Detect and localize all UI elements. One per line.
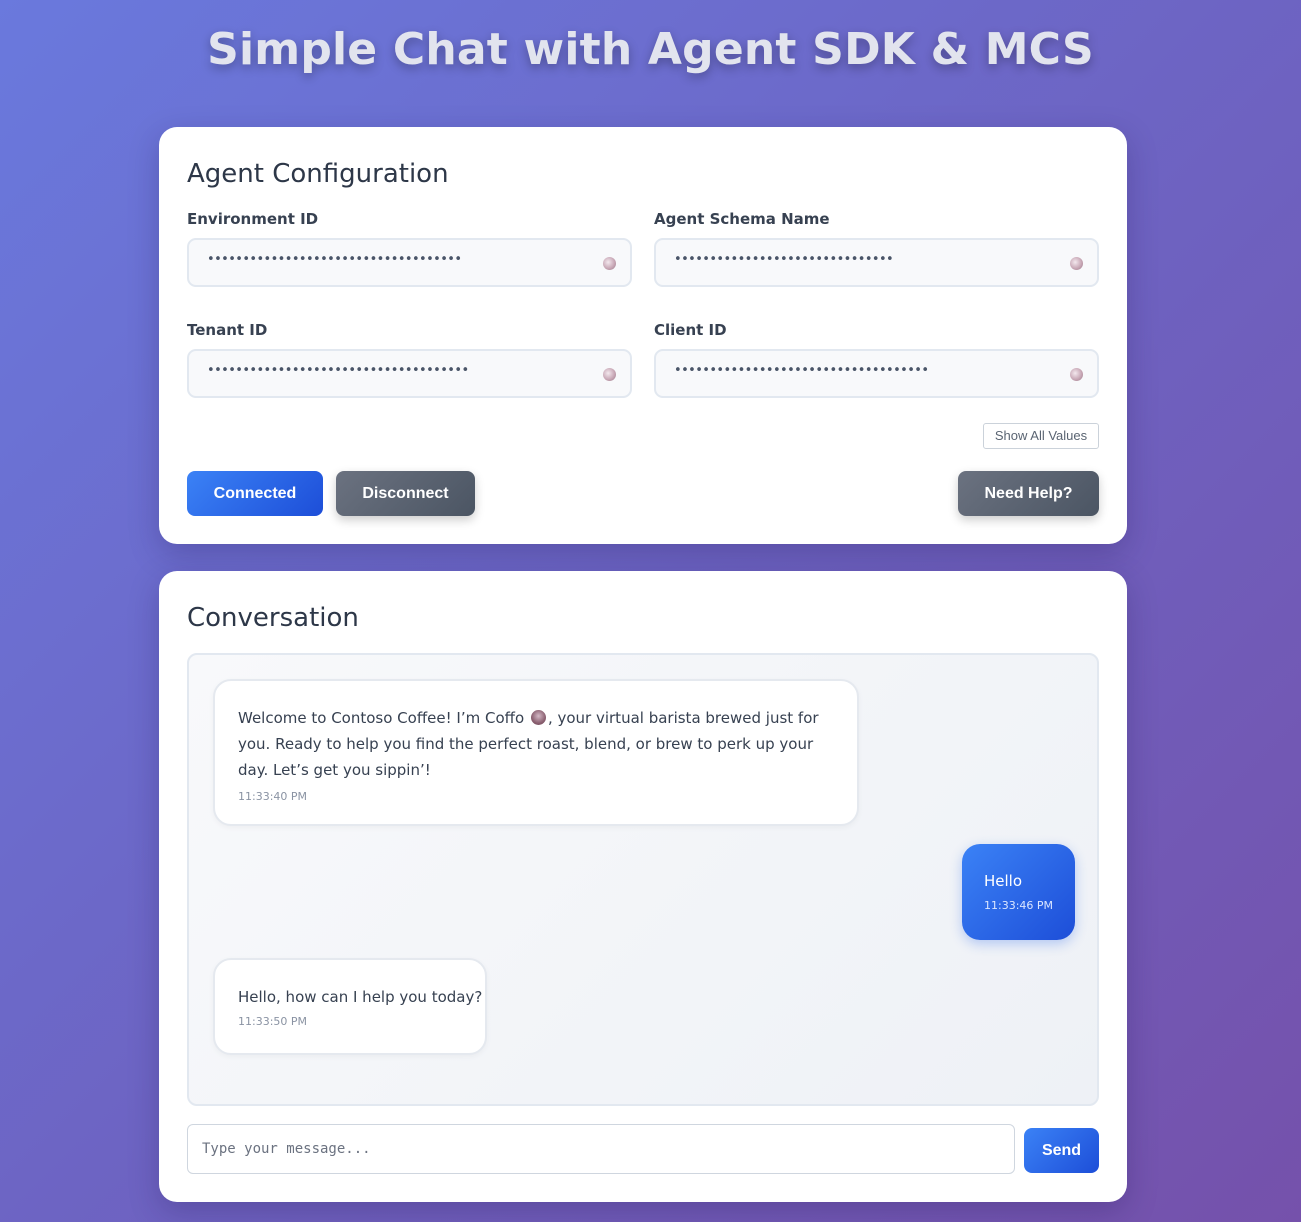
coffee-icon bbox=[530, 710, 546, 725]
agent-schema-name-value: ••••••••••••••••••••••••••••••• bbox=[674, 252, 894, 267]
eye-icon[interactable] bbox=[603, 257, 616, 270]
client-id-field: Client ID ••••••••••••••••••••••••••••••… bbox=[654, 321, 1099, 398]
conversation-title: Conversation bbox=[187, 603, 359, 633]
tenant-id-value: ••••••••••••••••••••••••••••••••••••• bbox=[207, 363, 469, 378]
conversation-card: Conversation Welcome to Contoso Coffee! … bbox=[159, 571, 1127, 1202]
eye-icon[interactable] bbox=[1070, 257, 1083, 270]
agent-message: Hello, how can I help you today? 11:33:5… bbox=[213, 958, 487, 1055]
agent-schema-name-label: Agent Schema Name bbox=[654, 210, 830, 228]
eye-icon[interactable] bbox=[1070, 368, 1083, 381]
message-text: Welcome to Contoso Coffee! I’m Coffo , y… bbox=[238, 709, 819, 779]
message-input-wrapper bbox=[187, 1124, 1015, 1174]
client-id-value: •••••••••••••••••••••••••••••••••••• bbox=[674, 363, 929, 378]
message-time: 11:33:50 PM bbox=[238, 1015, 308, 1028]
message-text: Hello, how can I help you today? bbox=[238, 988, 483, 1006]
message-list[interactable]: Welcome to Contoso Coffee! I’m Coffo , y… bbox=[187, 653, 1099, 1106]
message-input[interactable] bbox=[188, 1125, 1014, 1173]
connected-button[interactable]: Connected bbox=[187, 471, 323, 516]
environment-id-value: •••••••••••••••••••••••••••••••••••• bbox=[207, 252, 462, 267]
client-id-input[interactable]: •••••••••••••••••••••••••••••••••••• bbox=[654, 349, 1099, 398]
disconnect-button[interactable]: Disconnect bbox=[336, 471, 475, 516]
environment-id-input[interactable]: •••••••••••••••••••••••••••••••••••• bbox=[187, 238, 632, 287]
show-all-values-button[interactable]: Show All Values bbox=[983, 423, 1099, 449]
need-help-button[interactable]: Need Help? bbox=[958, 471, 1099, 516]
app-title: Simple Chat with Agent SDK & MCS bbox=[207, 24, 1094, 75]
message-time: 11:33:40 PM bbox=[238, 790, 308, 803]
tenant-id-input[interactable]: ••••••••••••••••••••••••••••••••••••• bbox=[187, 349, 632, 398]
environment-id-label: Environment ID bbox=[187, 210, 319, 228]
message-time: 11:33:46 PM bbox=[984, 899, 1054, 912]
tenant-id-field: Tenant ID ••••••••••••••••••••••••••••••… bbox=[187, 321, 632, 398]
eye-icon[interactable] bbox=[603, 368, 616, 381]
client-id-label: Client ID bbox=[654, 321, 727, 339]
agent-message: Welcome to Contoso Coffee! I’m Coffo , y… bbox=[213, 679, 859, 826]
agent-schema-name-input[interactable]: ••••••••••••••••••••••••••••••• bbox=[654, 238, 1099, 287]
user-message: Hello 11:33:46 PM bbox=[962, 844, 1075, 940]
message-text: Hello bbox=[984, 872, 1023, 890]
tenant-id-label: Tenant ID bbox=[187, 321, 268, 339]
config-title: Agent Configuration bbox=[187, 159, 449, 189]
agent-schema-name-field: Agent Schema Name ••••••••••••••••••••••… bbox=[654, 210, 1099, 287]
send-button[interactable]: Send bbox=[1024, 1128, 1099, 1173]
agent-configuration-card: Agent Configuration Environment ID •••••… bbox=[159, 127, 1127, 544]
environment-id-field: Environment ID •••••••••••••••••••••••••… bbox=[187, 210, 632, 287]
